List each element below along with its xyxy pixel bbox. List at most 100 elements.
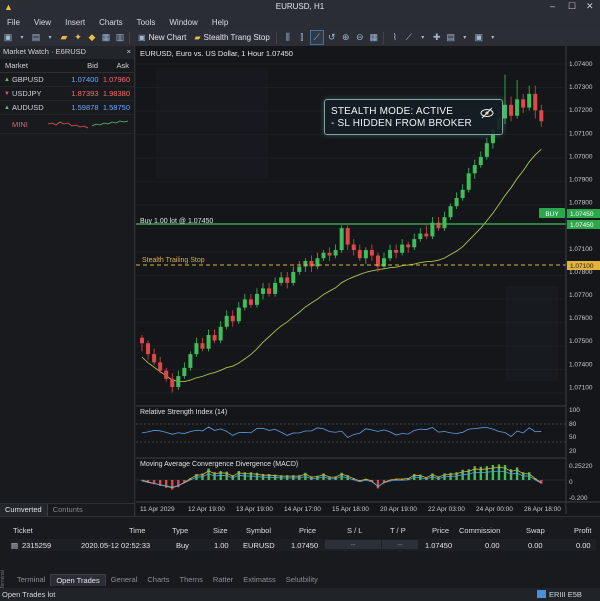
candle[interactable] [521, 99, 526, 108]
candle[interactable] [369, 250, 374, 256]
th-price[interactable]: Price [299, 526, 316, 535]
candle[interactable] [297, 266, 302, 272]
candle[interactable] [388, 250, 393, 259]
indicators-icon[interactable]: ⌇ [389, 31, 401, 44]
candle[interactable] [140, 337, 144, 344]
tab-therns[interactable]: Therns [174, 574, 207, 586]
minimize-button[interactable]: – [550, 1, 555, 11]
candle[interactable] [424, 233, 429, 237]
candle[interactable] [267, 288, 272, 294]
autoscroll-icon[interactable]: ↺ [326, 31, 338, 44]
tab-ratter[interactable]: Ratter [208, 574, 238, 586]
th-type[interactable]: Type [172, 526, 188, 535]
col-ask[interactable]: Ask [98, 61, 129, 70]
candle[interactable] [158, 362, 163, 371]
candle[interactable] [321, 252, 326, 259]
candle[interactable] [309, 261, 314, 267]
th-sl[interactable]: S / L [347, 526, 362, 535]
candle[interactable] [279, 277, 284, 283]
candle[interactable] [339, 228, 344, 251]
candle[interactable] [176, 376, 181, 388]
candle[interactable] [224, 315, 229, 327]
candle[interactable] [146, 343, 151, 355]
th-profit[interactable]: Profit [574, 526, 592, 535]
menu-insert[interactable]: Insert [58, 18, 92, 27]
candle[interactable] [454, 197, 459, 207]
candle[interactable] [442, 217, 447, 229]
candle[interactable] [363, 250, 368, 259]
dropdown-icon[interactable]: ▾ [487, 31, 499, 44]
maximize-button[interactable]: ☐ [568, 1, 576, 12]
candle[interactable] [248, 299, 253, 305]
candle[interactable] [527, 93, 532, 108]
data-window-icon[interactable]: ▦ [100, 31, 112, 44]
menu-charts[interactable]: Charts [92, 18, 130, 27]
menu-tools[interactable]: Tools [130, 18, 163, 27]
template-icon[interactable]: ▤ [445, 31, 457, 44]
candle[interactable] [164, 370, 169, 379]
tab-contunts[interactable]: Contunts [48, 504, 88, 516]
candle[interactable] [351, 244, 356, 251]
candle[interactable] [509, 104, 514, 116]
candle[interactable] [406, 244, 411, 248]
stealth-trailing-stop-button[interactable]: ▰ Stealth Trang Stop [191, 31, 272, 44]
candle[interactable] [327, 252, 332, 256]
trade-tp-field[interactable]: -- [382, 540, 418, 549]
candle[interactable] [539, 110, 544, 122]
new-order-icon[interactable]: ▣ [2, 31, 14, 44]
market-watch-close-icon[interactable]: × [127, 47, 131, 58]
zoom-out-icon[interactable]: ⊖ [354, 31, 366, 44]
candle[interactable] [230, 315, 235, 322]
menu-view[interactable]: View [27, 18, 58, 27]
tile-icon[interactable]: ▦ [368, 31, 380, 44]
candle[interactable] [418, 233, 423, 240]
tab-general[interactable]: General [106, 574, 143, 586]
candle[interactable] [206, 334, 211, 349]
candle[interactable] [236, 307, 241, 322]
crosshair-icon[interactable]: ✚ [431, 31, 443, 44]
trade-sl-field[interactable]: -- [325, 540, 381, 549]
trailing-stop-label[interactable]: Stealth Trailing Stop [140, 257, 207, 264]
objects-icon[interactable]: ▣ [473, 31, 485, 44]
market-row-gbpusd[interactable]: ▲ GBPUSD 1.07400 1.07960 [0, 73, 134, 87]
candle[interactable] [212, 334, 217, 341]
candle[interactable] [515, 99, 520, 116]
candle[interactable] [345, 228, 350, 245]
period-icon[interactable]: ⟋ [403, 31, 415, 44]
th-current-price[interactable]: Price [432, 526, 449, 535]
candle[interactable] [188, 354, 193, 368]
tab-open-trades[interactable]: Open Trades [50, 574, 106, 586]
market-watch-icon[interactable]: ◆ [86, 31, 98, 44]
candle[interactable] [242, 299, 247, 308]
tab-terminal[interactable]: Terminal [12, 574, 50, 586]
buy-line-label[interactable]: Buy 1.00 lot @ 1.07450 [138, 218, 215, 225]
candle[interactable] [254, 293, 259, 305]
candle[interactable] [484, 143, 489, 157]
th-symbol[interactable]: Symbol [246, 526, 271, 535]
dropdown-icon[interactable]: ▾ [44, 31, 56, 44]
candle[interactable] [285, 277, 290, 283]
candle[interactable] [194, 343, 199, 355]
candle[interactable] [460, 189, 465, 198]
line-chart-icon[interactable]: ⟋ [309, 30, 324, 45]
market-row-usdjpy[interactable]: ▼ USDJPY 1.87393 1.98380 [0, 87, 134, 101]
candle[interactable] [291, 271, 296, 283]
terminal-icon[interactable]: ▥ [114, 31, 126, 44]
candle[interactable] [400, 244, 405, 253]
menu-window[interactable]: Window [162, 18, 204, 27]
th-commission[interactable]: Commission [459, 526, 500, 535]
folder-icon[interactable]: ▰ [58, 31, 70, 44]
navigator-icon[interactable]: ✦ [72, 31, 84, 44]
tab-charts[interactable]: Charts [142, 574, 174, 586]
menu-help[interactable]: Help [205, 18, 235, 27]
dropdown-icon[interactable]: ▾ [459, 31, 471, 44]
candle[interactable] [182, 367, 187, 377]
market-row-audusd[interactable]: ▲ AUDUSD 1.59878 1.58750 [0, 101, 134, 115]
candle[interactable] [357, 250, 362, 259]
th-tp[interactable]: T / P [390, 526, 406, 535]
th-size[interactable]: Size [213, 526, 228, 535]
tab-extimatss[interactable]: Extimatss [238, 574, 281, 586]
tab-cumverted[interactable]: Cumverted [0, 504, 48, 516]
candle[interactable] [261, 288, 265, 294]
dropdown-icon[interactable]: ▾ [417, 31, 429, 44]
